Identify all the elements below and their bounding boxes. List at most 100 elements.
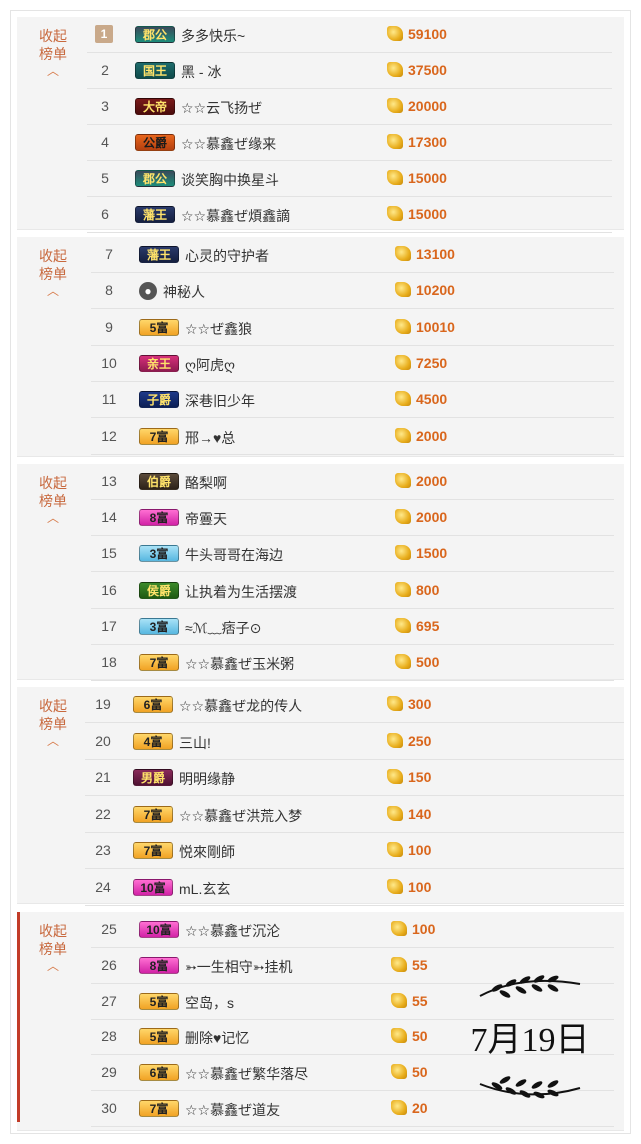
caret-up-icon: ︿ [46, 64, 59, 78]
user-name[interactable]: 黑 - 冰 [181, 62, 221, 82]
rank-badge: 4富 [133, 732, 173, 750]
coin-icon [395, 354, 411, 370]
rank-badge: 10富 [139, 921, 179, 938]
rank-row[interactable]: 18 7富 ☆☆慕鑫ぜ玉米粥 500 [91, 645, 614, 681]
rank-row[interactable]: 23 7富 悦來剛師 100 [85, 833, 624, 870]
rank-number: 3 [101, 98, 109, 114]
user-name[interactable]: ☆☆云飞扬ぜ [181, 98, 262, 118]
user-name[interactable]: ☆☆慕鑫ぜ沉沦 [185, 921, 280, 941]
user-name[interactable]: 三山! [179, 733, 211, 753]
rank-row[interactable]: 3 大帝 ☆☆云飞扬ぜ 20000 [87, 89, 612, 125]
rank-row[interactable]: 4 公爵 ☆☆慕鑫ぜ缘来 17300 [87, 125, 612, 161]
user-name[interactable]: ➳一生相守➳挂机 [185, 957, 292, 977]
score-value: 500 [416, 654, 440, 670]
rank-badge: 5富 [139, 318, 179, 336]
rank-group: 收起 榜单 ︿ 1 郡公 多多快乐~ 59100 2 国王黑 - 冰 37500 3 大帝 ☆☆云飞扬… [17, 17, 624, 233]
user-name[interactable]: 酪梨啊 [185, 473, 227, 493]
rank-badge: 藩王 [139, 246, 179, 263]
rank-row[interactable]: 13 伯爵 酪梨啊 2000 [91, 464, 614, 500]
rank-row[interactable]: 14 8富 帝霻天 2000 [91, 500, 614, 537]
user-name[interactable]: 谈笑胸中换星斗 [181, 170, 279, 190]
user-name[interactable]: 空岛，s [185, 993, 234, 1013]
rank-row[interactable]: 9 5富 ☆☆ぜ鑫狼 10010 [91, 310, 614, 346]
rank-number: 6 [101, 206, 109, 222]
collapse-toggle[interactable]: 收起 榜单 ︿ [29, 697, 77, 747]
user-name[interactable]: 深巷旧少年 [185, 391, 255, 411]
rank-badge: 郡公 [135, 170, 175, 187]
user-name[interactable]: 悦來剛師 [179, 842, 235, 862]
rank-badge: 3富 [139, 617, 179, 635]
rank-row[interactable]: 1 郡公 多多快乐~ 59100 [87, 17, 612, 53]
user-name[interactable]: ☆☆慕鑫ぜ道友 [185, 1100, 280, 1120]
rank-row[interactable]: 11 子爵 深巷旧少年 4500 [91, 382, 614, 419]
score-value: 37500 [408, 62, 447, 78]
rank-badge: 6富 [133, 696, 173, 713]
coin-icon [391, 1028, 407, 1044]
coin-icon [387, 206, 403, 221]
rank-row[interactable]: 22 7富 ☆☆慕鑫ぜ洪荒入梦 140 [85, 797, 624, 833]
rank-number: 16 [101, 581, 117, 598]
user-name[interactable]: ☆☆慕鑫ぜ龙的传人 [179, 696, 302, 716]
user-name[interactable]: ☆☆ぜ鑫狼 [185, 319, 252, 339]
score-value: 17300 [408, 134, 447, 150]
rank-row[interactable]: 16 侯爵 让执着为生活摆渡 800 [91, 573, 614, 609]
user-name[interactable]: 邢→♥总 [185, 428, 235, 448]
rank-row[interactable]: 21 男爵 明明缘静 150 [85, 760, 624, 797]
user-name[interactable]: 牛头哥哥在海边 [185, 545, 283, 565]
score: 7250 [395, 354, 447, 371]
rank-number: 1 [95, 25, 113, 43]
user-name[interactable]: ☆☆慕鑫ぜ缘来 [181, 134, 276, 154]
rank-number: 7 [105, 246, 113, 262]
score-value: 20000 [408, 98, 447, 114]
user-name[interactable]: ღ阿虎ღ [185, 355, 235, 375]
score-value: 2000 [416, 473, 448, 489]
user-name[interactable]: mL.玄玄 [179, 879, 230, 899]
rank-number: 17 [101, 617, 117, 634]
rank-row[interactable]: 5 郡公 谈笑胸中换星斗 15000 [87, 161, 612, 197]
rank-row[interactable]: 19 6富 ☆☆慕鑫ぜ龙的传人 300 [85, 687, 624, 723]
rank-row[interactable]: 2 国王黑 - 冰 37500 [87, 53, 612, 89]
rank-number: 25 [101, 921, 117, 937]
user-name[interactable]: 删除♥记忆 [185, 1028, 249, 1048]
rank-number: 30 [101, 1100, 117, 1116]
user-name[interactable]: 让执着为生活摆渡 [185, 582, 297, 602]
user-name[interactable]: ☆☆慕鑫ぜ繁华落尽 [185, 1064, 308, 1084]
caret-up-icon: ︿ [46, 734, 59, 748]
coin-icon [395, 473, 411, 488]
rank-row[interactable]: 6 藩王 ☆☆慕鑫ぜ煩鑫謫 15000 [87, 197, 612, 233]
user-name[interactable]: ≈ℳ﹏痞子⊙ [185, 618, 261, 638]
user-name[interactable]: ☆☆慕鑫ぜ洪荒入梦 [179, 806, 302, 826]
rank-badge: 10富 [133, 879, 173, 896]
rank-row[interactable]: 15 3富 牛头哥哥在海边 1500 [91, 536, 614, 573]
score: 10200 [395, 282, 455, 298]
rank-row[interactable]: 25 10富 ☆☆慕鑫ぜ沉沦 100 [91, 912, 614, 948]
user-name[interactable]: 神秘人 [163, 282, 205, 302]
user-name[interactable]: 帝霻天 [185, 509, 227, 529]
rank-row[interactable]: 10 亲王 ღ阿虎ღ 7250 [91, 346, 614, 382]
user-name[interactable]: 心灵的守护者 [185, 246, 269, 266]
user-name[interactable]: 多多快乐~ [181, 26, 245, 46]
score-value: 10200 [416, 282, 455, 299]
score-value: 100 [408, 879, 432, 895]
score: 1500 [395, 545, 447, 561]
coin-icon [395, 391, 411, 407]
rank-row[interactable]: 7 藩王 心灵的守护者 13100 [91, 237, 614, 273]
rank-row[interactable]: 24 10富 mL.玄玄 100 [85, 870, 624, 906]
collapse-toggle[interactable]: 收起 榜单 ︿ [29, 474, 77, 524]
user-name[interactable]: ☆☆慕鑫ぜ煩鑫謫 [181, 206, 290, 226]
collapse-toggle[interactable]: 收起 榜单 ︿ [29, 247, 77, 297]
score: 100 [387, 879, 431, 895]
user-name[interactable]: ☆☆慕鑫ぜ玉米粥 [185, 654, 294, 674]
score: 20 [391, 1100, 428, 1116]
collapse-toggle[interactable]: 收起 榜单 ︿ [29, 27, 77, 77]
rank-row[interactable]: 12 7富 邢→♥总 2000 [91, 419, 614, 455]
rank-row[interactable]: 8 ● 神秘人 10200 [91, 273, 614, 310]
rank-row[interactable]: 20 4富 三山! 250 [85, 724, 624, 760]
rank-number: 9 [105, 318, 113, 335]
user-name[interactable]: 明明缘静 [179, 769, 235, 789]
score: 20000 [387, 98, 447, 114]
score: 15000 [387, 206, 447, 222]
coin-icon [395, 427, 411, 443]
rank-row[interactable]: 17 3富 ≈ℳ﹏痞子⊙ 695 [91, 609, 614, 645]
collapse-toggle[interactable]: 收起 榜单 ︿ [29, 922, 77, 972]
